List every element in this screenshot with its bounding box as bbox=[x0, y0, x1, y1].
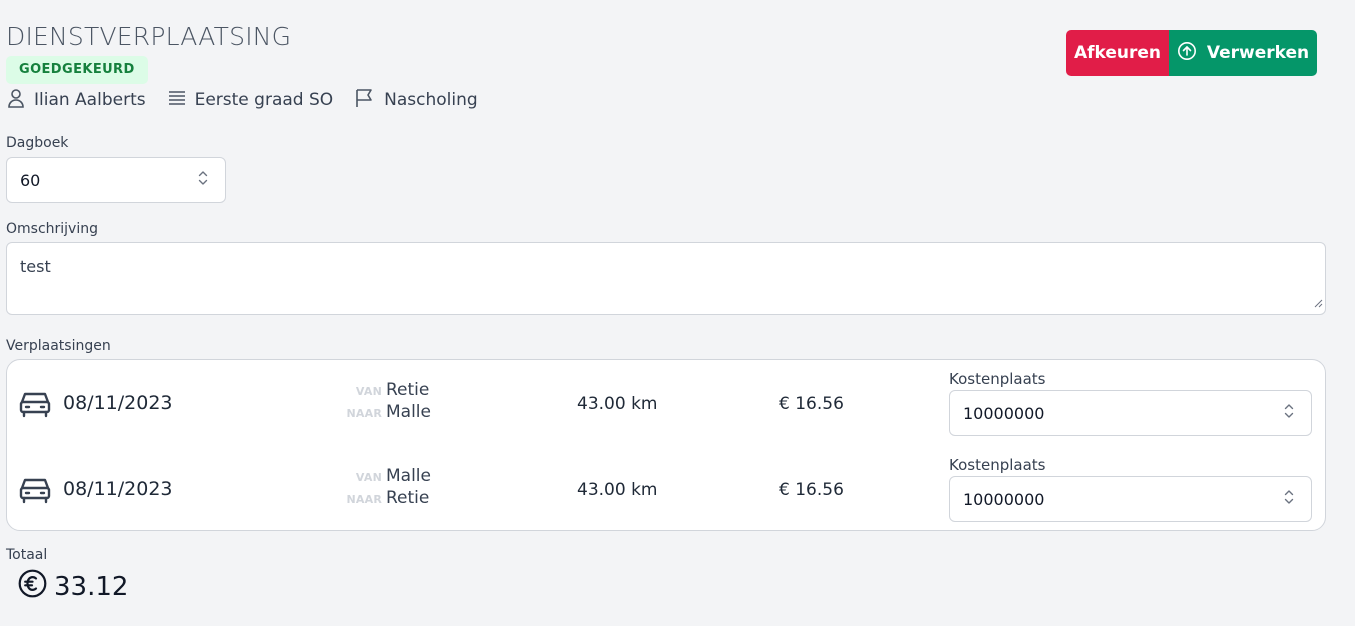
route-from-tag: VAN bbox=[355, 385, 382, 398]
car-icon bbox=[19, 476, 51, 508]
list-icon bbox=[168, 89, 195, 112]
trip-row: 08/11/2023 VAN Malle NAAR Retie 43.00 km… bbox=[7, 446, 1327, 532]
meta-group: Eerste graad SO bbox=[168, 89, 334, 112]
chevron-up-down-icon bbox=[1284, 403, 1294, 423]
route-from: Malle bbox=[386, 466, 431, 486]
process-button-label: Verwerken bbox=[1206, 43, 1310, 63]
trips-list: 08/11/2023 VAN Retie NAAR Malle 43.00 km… bbox=[6, 359, 1326, 531]
kostenplaats-label: Kostenplaats bbox=[949, 456, 1046, 474]
trip-distance: 43.00 km bbox=[577, 394, 658, 414]
total-value: 33.12 bbox=[54, 572, 129, 602]
total-label: Totaal bbox=[6, 547, 48, 563]
page-title: DIENSTVERPLAATSING bbox=[6, 22, 292, 51]
meta-row: Ilian Aalberts Eerste graad SO Nascholin… bbox=[7, 88, 500, 113]
resize-handle-icon[interactable] bbox=[1314, 293, 1323, 312]
action-buttons: Afkeuren Verwerken bbox=[1066, 30, 1317, 76]
meta-category: Nascholing bbox=[355, 88, 478, 113]
trip-cost: € 16.56 bbox=[779, 480, 844, 500]
kostenplaats-value: 10000000 bbox=[963, 489, 1045, 509]
trip-route: VAN Malle NAAR Retie bbox=[337, 466, 431, 510]
meta-person: Ilian Aalberts bbox=[7, 88, 146, 113]
trip-route: VAN Retie NAAR Malle bbox=[337, 380, 431, 424]
process-button[interactable]: Verwerken bbox=[1169, 30, 1317, 76]
group-name: Eerste graad SO bbox=[194, 90, 334, 110]
trip-date: 08/11/2023 bbox=[63, 392, 173, 414]
omschrijving-value: test bbox=[20, 257, 51, 276]
trip-cost: € 16.56 bbox=[779, 394, 844, 414]
car-icon bbox=[19, 390, 51, 422]
omschrijving-textarea[interactable]: test bbox=[6, 242, 1326, 315]
route-from: Retie bbox=[386, 380, 430, 400]
reject-button[interactable]: Afkeuren bbox=[1066, 30, 1169, 76]
chevron-up-down-icon bbox=[1284, 489, 1294, 509]
route-from-tag: VAN bbox=[355, 471, 382, 484]
arrow-up-circle-icon bbox=[1177, 41, 1207, 66]
kostenplaats-label: Kostenplaats bbox=[949, 370, 1046, 388]
user-icon bbox=[7, 88, 34, 113]
dagboek-label: Dagboek bbox=[6, 135, 69, 151]
person-name: Ilian Aalberts bbox=[34, 90, 146, 110]
dagboek-select[interactable]: 60 bbox=[6, 157, 226, 203]
trip-date: 08/11/2023 bbox=[63, 478, 173, 500]
kostenplaats-select[interactable]: 10000000 bbox=[949, 476, 1312, 522]
omschrijving-label: Omschrijving bbox=[6, 221, 98, 237]
euro-circle-icon bbox=[18, 569, 54, 605]
status-badge: GOEDGEKEURD bbox=[6, 56, 148, 84]
total-amount: 33.12 bbox=[18, 569, 128, 605]
chevron-up-down-icon bbox=[198, 170, 208, 190]
dagboek-value: 60 bbox=[20, 170, 41, 190]
verplaatsingen-label: Verplaatsingen bbox=[6, 338, 111, 354]
kostenplaats-value: 10000000 bbox=[963, 403, 1045, 423]
route-to: Retie bbox=[386, 488, 430, 508]
route-to-tag: NAAR bbox=[346, 493, 382, 506]
flag-icon bbox=[355, 88, 384, 113]
trip-distance: 43.00 km bbox=[577, 480, 658, 500]
category-name: Nascholing bbox=[384, 90, 478, 110]
route-to: Malle bbox=[386, 402, 431, 422]
route-to-tag: NAAR bbox=[346, 407, 382, 420]
trip-row: 08/11/2023 VAN Retie NAAR Malle 43.00 km… bbox=[7, 360, 1327, 446]
kostenplaats-select[interactable]: 10000000 bbox=[949, 390, 1312, 436]
expense-detail-page: DIENSTVERPLAATSING GOEDGEKEURD Ilian Aal… bbox=[0, 0, 1355, 626]
